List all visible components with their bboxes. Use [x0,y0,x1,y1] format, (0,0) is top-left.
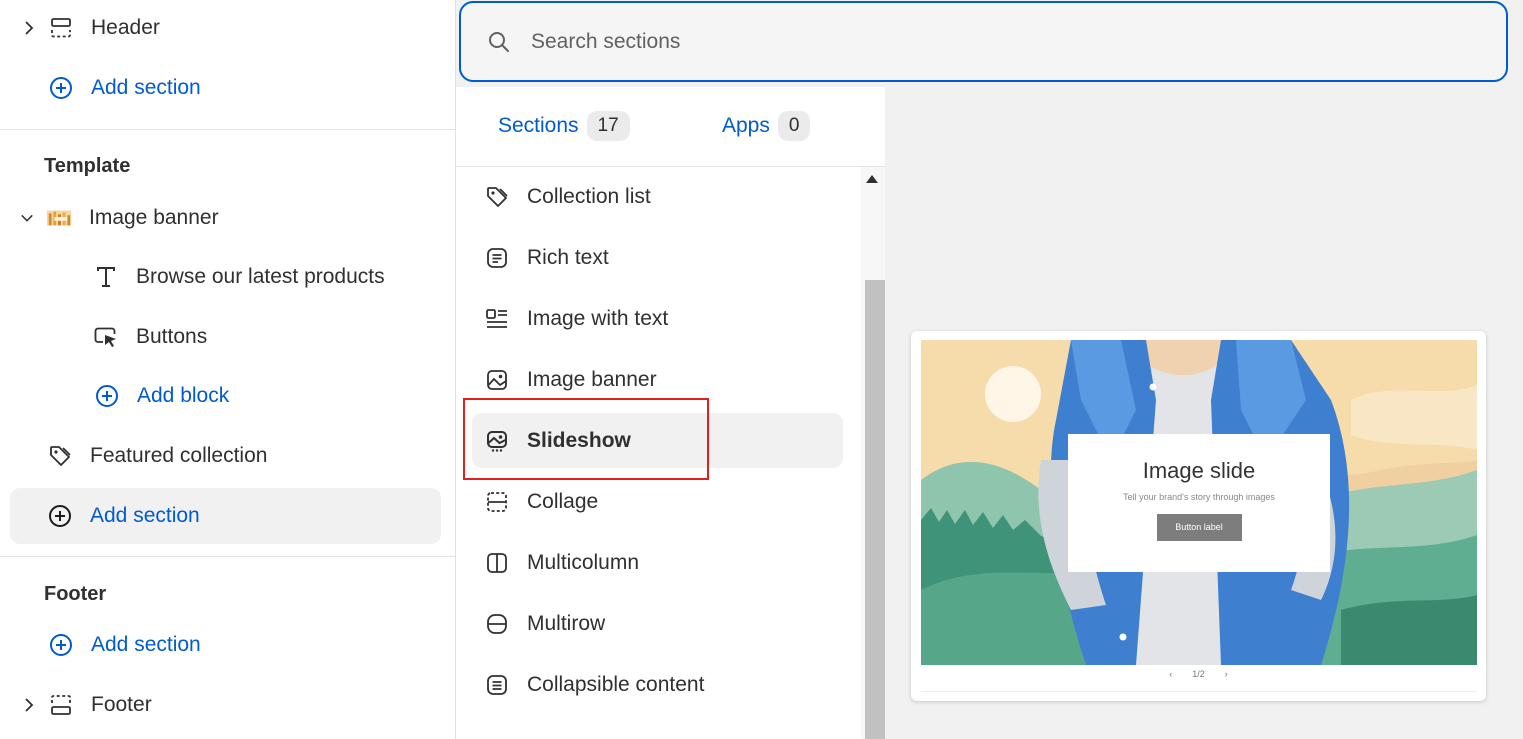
tag-icon [47,443,73,469]
slide-subtitle: Tell your brand's story through images [1123,492,1275,502]
pager-prev-icon: ‹ [1169,669,1173,679]
browse-block-row[interactable]: Browse our latest products [93,249,385,305]
search-box[interactable] [459,1,1508,82]
multicolumn-icon [484,550,510,576]
picker-tabs: Sections 17 Apps 0 [456,87,885,167]
section-item-label: Collage [527,489,599,513]
footer-group-title: Footer [44,583,107,605]
multirow-icon [484,611,510,637]
browse-block-label: Browse our latest products [136,265,385,288]
section-item-collage[interactable]: Collage [472,474,843,529]
add-section-label: Add section [91,76,201,99]
tab-apps-count: 0 [777,111,811,141]
highlight-box [463,398,709,480]
sidebar: Header Add section Template Image banner… [0,0,455,739]
text-t-icon [93,264,119,290]
header-layout-icon [48,15,74,41]
plus-circle-icon [47,503,73,529]
image-banner-section-row[interactable]: Image banner [20,190,219,246]
scroll-up-arrow-icon[interactable] [866,175,878,183]
slide-content-box: Image slide Tell your brand's story thro… [1068,434,1330,572]
section-item-image-with-text[interactable]: Image with text [472,291,843,346]
header-add-section-button[interactable]: Add section [48,60,201,116]
header-label: Header [91,16,160,39]
tab-sections-label: Sections [498,114,579,137]
collage-icon [484,489,510,515]
tab-apps[interactable]: Apps 0 [722,111,811,141]
plus-circle-icon [48,75,74,101]
add-section-label: Add section [91,633,201,656]
section-item-label: Rich text [527,245,609,269]
section-item-multirow[interactable]: Multirow [472,596,843,651]
slide-title: Image slide [1142,458,1256,483]
footer-section-row[interactable]: Footer [22,677,152,733]
section-item-label: Image with text [527,306,669,330]
featured-collection-section-row[interactable]: Featured collection [47,428,267,484]
template-group-title: Template [44,155,131,177]
buttons-block-row[interactable]: Buttons [93,309,207,365]
section-item-rich-text[interactable]: Rich text [472,230,843,285]
chevron-right-icon[interactable] [22,697,36,713]
button-cursor-icon [93,324,119,350]
featured-collection-label: Featured collection [90,444,268,467]
template-add-section-button[interactable]: Add section [10,488,441,544]
footer-label: Footer [91,693,152,716]
section-list-pane: Sections 17 Apps 0 Collection list Rich … [456,87,885,739]
footer-layout-icon [48,692,74,718]
section-item-label: Collapsible content [527,672,705,696]
slide-pager: ‹ 1/2 › [911,669,1486,679]
pager-next-icon: › [1224,669,1228,679]
image-banner-thumbnail-icon [46,205,72,231]
section-item-label: Multirow [527,611,606,635]
add-section-label: Add section [90,504,200,527]
section-item-collection-list[interactable]: Collection list [472,169,843,224]
section-item-collapsible-content[interactable]: Collapsible content [472,657,843,712]
scroll-thumb[interactable] [865,280,885,739]
pager-count: 1/2 [1192,669,1205,679]
slideshow-preview-card: Image slide Tell your brand's story thro… [911,331,1486,701]
scrollbar[interactable] [861,167,885,739]
divider [921,691,1477,692]
image-icon [484,367,510,393]
search-input[interactable] [531,29,1431,54]
footer-add-section-button[interactable]: Add section [48,617,201,673]
divider [0,556,455,557]
tag-icon [484,184,510,210]
header-section-row[interactable]: Header [22,0,160,56]
image-with-text-icon [484,306,510,332]
plus-circle-icon [94,383,120,409]
section-item-label: Multicolumn [527,550,640,574]
image-banner-label: Image banner [89,206,219,229]
slide-button: Button label [1156,514,1242,541]
add-block-label: Add block [137,384,230,407]
tab-sections[interactable]: Sections 17 [498,111,630,141]
chevron-down-icon[interactable] [20,213,34,223]
buttons-block-label: Buttons [136,325,208,348]
section-item-label: Collection list [527,184,651,208]
add-block-button[interactable]: Add block [94,368,229,424]
plus-circle-icon [48,632,74,658]
tab-sections-count: 17 [586,111,630,141]
collapsible-icon [484,672,510,698]
tab-apps-label: Apps [722,114,770,137]
section-picker: Sections 17 Apps 0 Collection list Rich … [455,0,1523,739]
divider [0,129,455,130]
section-item-multicolumn[interactable]: Multicolumn [472,535,843,590]
text-block-icon [484,245,510,271]
section-item-label: Image banner [527,367,657,391]
chevron-right-icon[interactable] [22,20,36,36]
search-icon [487,29,513,55]
